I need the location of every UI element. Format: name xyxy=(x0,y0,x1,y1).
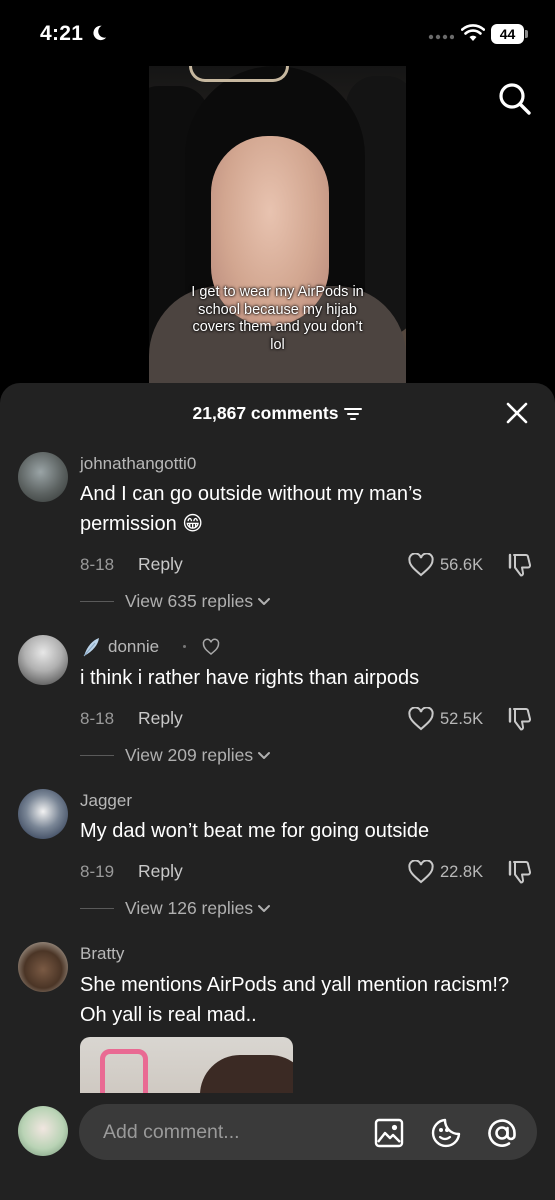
view-replies-button[interactable]: View 209 replies xyxy=(80,745,271,766)
mention-at-icon[interactable] xyxy=(486,1117,518,1149)
heart-icon[interactable] xyxy=(408,860,434,884)
comment-username[interactable]: johnathangotti0 xyxy=(80,454,196,474)
close-icon[interactable] xyxy=(505,401,529,425)
view-replies-label: View 126 replies xyxy=(125,898,254,918)
comment-text: And I can go outside without my man’s pe… xyxy=(80,483,423,535)
comment-input-bar: Add comment... xyxy=(0,1093,555,1200)
heart-icon[interactable] xyxy=(408,707,434,731)
avatar[interactable] xyxy=(18,942,68,992)
search-icon[interactable] xyxy=(497,81,533,117)
wifi-icon xyxy=(461,24,485,41)
battery-indicator: 44 xyxy=(491,24,529,44)
comments-header: 21,867 comments xyxy=(0,383,555,441)
separator-dot xyxy=(183,645,186,648)
avatar[interactable] xyxy=(18,452,68,502)
heart-icon[interactable] xyxy=(408,553,434,577)
reply-button[interactable]: Reply xyxy=(138,554,183,575)
like-count: 22.8K xyxy=(440,863,484,881)
chevron-down-icon xyxy=(258,751,271,759)
reply-button[interactable]: Reply xyxy=(138,861,183,882)
comment-input[interactable]: Add comment... xyxy=(79,1104,537,1160)
moon-icon xyxy=(93,25,107,41)
reply-button[interactable]: Reply xyxy=(138,708,183,729)
dislike-icon[interactable] xyxy=(507,552,533,578)
chevron-down-icon xyxy=(258,597,271,605)
image-icon[interactable] xyxy=(374,1118,404,1148)
like-count: 56.6K xyxy=(440,556,484,574)
view-replies-label: View 209 replies xyxy=(125,745,254,765)
status-bar: 4:21 44 xyxy=(0,0,555,66)
attachment-person xyxy=(200,1055,293,1093)
view-replies-divider xyxy=(80,908,114,909)
cellular-signal-icon xyxy=(428,34,454,40)
heart-outline-icon xyxy=(202,638,220,655)
avatar[interactable] xyxy=(18,635,68,685)
dislike-icon[interactable] xyxy=(507,859,533,885)
view-replies-label: View 635 replies xyxy=(125,591,254,611)
comment-input-placeholder: Add comment... xyxy=(103,1121,240,1143)
battery-tip xyxy=(525,30,528,38)
comment-date: 8-19 xyxy=(80,862,115,881)
view-replies-divider xyxy=(80,755,114,756)
comment-username[interactable]: donnie xyxy=(108,637,159,657)
sort-filter-icon[interactable] xyxy=(344,407,363,421)
video-scene-sunglasses xyxy=(189,66,289,82)
comment-text: She mentions AirPods and yall mention ra… xyxy=(80,974,510,1026)
attachment-phone-case xyxy=(100,1049,148,1093)
chevron-down-icon xyxy=(258,904,271,912)
view-replies-divider xyxy=(80,601,114,602)
comments-sheet: 21,867 comments johnathangotti0 And I ca… xyxy=(0,383,555,1200)
video-player[interactable]: I get to wear my AirPods in school becau… xyxy=(149,66,406,386)
battery-level: 44 xyxy=(491,24,524,44)
view-replies-button[interactable]: View 635 replies xyxy=(80,591,271,612)
current-user-avatar[interactable] xyxy=(18,1106,68,1156)
comment-count: 21,867 comments xyxy=(192,403,339,423)
comment-username[interactable]: Jagger xyxy=(80,791,132,811)
video-caption: I get to wear my AirPods in school becau… xyxy=(191,284,364,353)
comment-count-row: 21,867 comments xyxy=(0,403,555,424)
comment-date: 8-18 xyxy=(80,709,115,728)
comment-text: i think i rather have rights than airpod… xyxy=(80,667,420,689)
emoji-sticker-icon[interactable] xyxy=(430,1117,462,1149)
comment-username[interactable]: Bratty xyxy=(80,944,124,964)
status-time: 4:21 xyxy=(40,22,84,45)
comment-date: 8-18 xyxy=(80,555,115,574)
comment-image-attachment[interactable] xyxy=(80,1037,293,1093)
dislike-icon[interactable] xyxy=(507,706,533,732)
comment-text: My dad won’t beat me for going outside xyxy=(80,820,430,842)
feather-icon xyxy=(83,638,99,657)
avatar[interactable] xyxy=(18,789,68,839)
like-count: 52.5K xyxy=(440,710,484,728)
view-replies-button[interactable]: View 126 replies xyxy=(80,898,271,919)
